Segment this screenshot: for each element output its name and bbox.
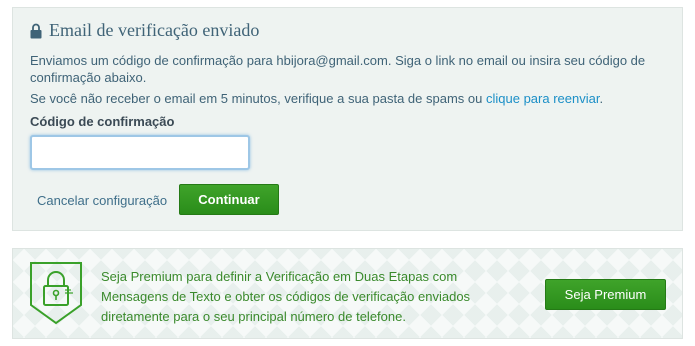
premium-panel: Seja Premium para definir a Verificação … [12, 248, 683, 339]
cancel-setup-link[interactable]: Cancelar configuração [37, 193, 167, 208]
spam-hint-end: . [599, 91, 604, 106]
page-title: Email de verificação enviado [49, 20, 260, 40]
code-label: Código de confirmação [30, 114, 175, 129]
spam-hint-text: Se você não receber o email em 5 minutos… [30, 91, 486, 106]
continue-button[interactable]: Continuar [179, 184, 279, 215]
shield-lock-icon [29, 261, 83, 325]
title-row: Email de verificação enviado [30, 20, 259, 41]
go-premium-button[interactable]: Seja Premium [545, 279, 666, 310]
premium-description: Seja Premium para definir a Verificação … [101, 269, 471, 324]
sent-message: Enviamos um código de confirmação para h… [30, 53, 646, 85]
spam-hint: Se você não receber o email em 5 minutos… [30, 90, 660, 107]
resend-link[interactable]: clique para reenviar [486, 91, 599, 106]
lock-icon [30, 23, 42, 39]
confirmation-code-input[interactable] [30, 135, 250, 170]
verification-panel: Email de verificação enviado Enviamos um… [12, 7, 683, 231]
